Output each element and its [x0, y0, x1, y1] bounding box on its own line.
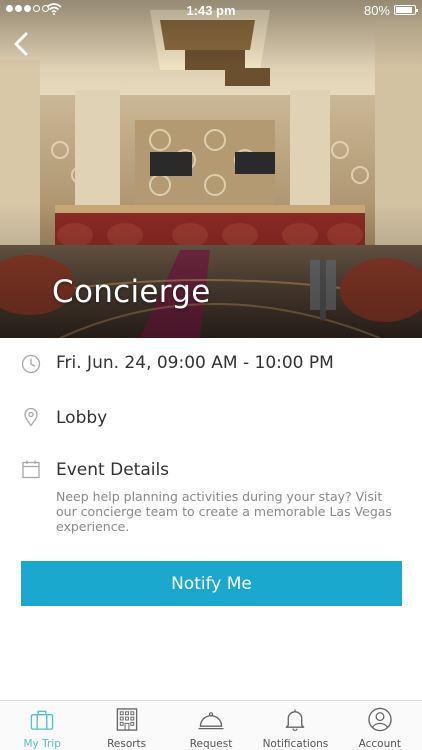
cloche-icon [198, 712, 224, 730]
notify-me-button[interactable]: Notify Me [21, 561, 402, 606]
event-details-label: Event Details [56, 460, 170, 480]
bell-icon [286, 709, 305, 732]
event-location: Lobby [56, 408, 108, 428]
tab-bar: My Trip Resorts Request Notifications Ac… [0, 700, 422, 750]
event-schedule: Fri. Jun. 24, 09:00 AM - 10:00 PM [56, 353, 334, 373]
tab-label: Notifications [262, 738, 329, 750]
tab-my-trip[interactable]: My Trip [0, 701, 84, 750]
status-bar: 1:43 pm 80% [0, 0, 422, 20]
tab-account[interactable]: Account [338, 701, 422, 750]
tab-label: Resorts [107, 738, 147, 750]
tab-resorts[interactable]: Resorts [84, 701, 168, 750]
suitcase-icon [30, 710, 54, 730]
tab-label: Request [189, 738, 233, 750]
clock-icon [21, 354, 41, 374]
user-icon [368, 707, 392, 732]
battery-icon [394, 5, 418, 15]
event-details-text: Neep help planning activities during you… [56, 489, 392, 534]
calendar-icon [22, 460, 40, 479]
page-title: Concierge [52, 274, 211, 310]
battery-percent: 80% [363, 3, 390, 18]
tab-request[interactable]: Request [169, 701, 253, 750]
tab-label: Account [358, 738, 402, 750]
location-pin-icon [24, 407, 38, 427]
building-icon [116, 708, 137, 731]
tab-notifications[interactable]: Notifications [253, 701, 337, 750]
chevron-left-icon [14, 32, 28, 56]
status-time: 1:43 pm [186, 3, 236, 18]
back-button[interactable] [8, 28, 34, 60]
tab-label: My Trip [23, 738, 61, 750]
